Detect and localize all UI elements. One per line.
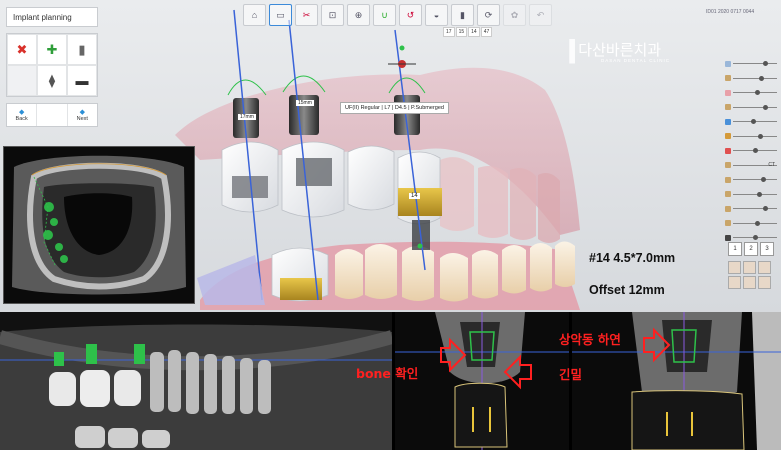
step-navigation: ◆ Back ◆ Next: [6, 103, 98, 127]
slider-12[interactable]: [725, 218, 777, 229]
empty-tool-slot: [7, 65, 37, 96]
device-id: ID01 2020 0717 0044: [706, 9, 755, 15]
implant-tool-grid: ✖ ✚ ▮ ⧫ ▬: [6, 33, 98, 97]
layer-icon: [725, 60, 731, 67]
layer-icon: [725, 176, 731, 183]
implant-icon[interactable]: ▮: [67, 34, 97, 65]
sub-item-14[interactable]: 14: [468, 27, 480, 37]
implant-spec-tooltip: UF(II) Regular | L7 | D4.5 | P.Submerged: [340, 102, 449, 114]
back-button[interactable]: ◆ Back: [7, 104, 36, 126]
layer-icon: [725, 162, 731, 168]
view-bottom-icon[interactable]: [743, 276, 756, 289]
tooth-tag: 14: [409, 193, 420, 199]
undo-icon[interactable]: ↶: [529, 4, 552, 26]
arrow-left-icon: ◆: [18, 108, 25, 116]
clinic-logo-icon: |||: [567, 34, 578, 64]
offset-caption: Offset 12mm: [589, 283, 665, 297]
slider-3[interactable]: [725, 87, 777, 98]
slider-5[interactable]: [725, 116, 777, 127]
abutment-icon[interactable]: ⧫: [37, 65, 67, 96]
layer-icon: [725, 104, 731, 110]
slider-6[interactable]: [725, 131, 777, 142]
view-right-icon[interactable]: [758, 261, 771, 274]
slider-9[interactable]: [725, 174, 777, 185]
implant-size-caption: #14 4.5*7.0mm: [589, 251, 676, 265]
slider-7[interactable]: [725, 145, 777, 156]
next-button[interactable]: ◆ Next: [68, 104, 97, 126]
panoramic-ct-view[interactable]: [0, 312, 392, 450]
slider-2[interactable]: [725, 73, 777, 84]
sub-item-15[interactable]: 15: [455, 27, 468, 37]
arch-icon[interactable]: ∪: [373, 4, 396, 26]
layout-number-buttons: 1 2 3: [728, 242, 774, 256]
implant-label-2: 15mm: [296, 100, 314, 106]
layer-icon: [725, 118, 731, 125]
slider-8[interactable]: CT: [725, 160, 777, 171]
sinus-close-annotation: 긴밀: [559, 367, 583, 382]
wedge-shape: [197, 255, 265, 305]
layout-button-2[interactable]: 2: [744, 242, 758, 256]
3d-viewport[interactable]: Implant planning ✖ ✚ ▮ ⧫ ▬ ◆ Back ◆ Next…: [0, 0, 781, 312]
rotate-icon[interactable]: ⟳: [477, 4, 500, 26]
layer-icon: [725, 205, 731, 212]
view-back-icon[interactable]: [758, 276, 771, 289]
layer-icon: [725, 234, 731, 241]
implant-view-icon[interactable]: ▭: [269, 4, 292, 26]
implant-sub-toolbar: 17 15 14 47: [443, 27, 493, 37]
display-controls: CT: [725, 58, 777, 247]
slider-1[interactable]: [725, 58, 777, 69]
crown-tool-icon[interactable]: ⊕: [347, 4, 370, 26]
bone-check-annotation: bone 확인: [356, 366, 419, 381]
sub-item-17[interactable]: 17: [443, 27, 455, 37]
delete-x-icon[interactable]: ✖: [7, 34, 37, 65]
top-toolbar: ⌂ ▭ ✂ ⊡ ⊕ ∪ ↺ ◒ ▮ ⟳ ✿ ↶: [243, 4, 552, 26]
crown-icon[interactable]: ▬: [67, 65, 97, 96]
clinic-name: 다산바른치과: [578, 40, 662, 59]
ct-slice-panels: bone 확인 상악동 하연 긴밀: [0, 312, 781, 450]
nav-spacer: [36, 104, 68, 126]
curve-icon[interactable]: ↺: [399, 4, 422, 26]
clinic-brand: ||| 다산바른치과 DASAN DENTAL CLINIC: [567, 34, 669, 64]
home-icon[interactable]: ⌂: [243, 4, 266, 26]
slider-4[interactable]: [725, 102, 777, 113]
add-plus-icon[interactable]: ✚: [37, 34, 67, 65]
view-top-icon[interactable]: [728, 276, 741, 289]
layout-button-1[interactable]: 1: [728, 242, 742, 256]
view-left-icon[interactable]: [743, 261, 756, 274]
axial-ct-image: [4, 147, 194, 303]
sub-item-47[interactable]: 47: [480, 27, 493, 37]
layer-icon: [725, 191, 731, 197]
layer-icon: [725, 75, 731, 81]
view-front-icon[interactable]: [728, 261, 741, 274]
back-label: Back: [15, 115, 28, 122]
layout-button-3[interactable]: 3: [760, 242, 774, 256]
cylinder-icon[interactable]: ▮: [451, 4, 474, 26]
ct-label: CT: [768, 162, 775, 168]
layer-icon: [725, 133, 731, 139]
next-label: Next: [76, 115, 88, 122]
view-orientation-buttons: [728, 261, 774, 289]
jaw-icon[interactable]: ◒: [425, 4, 448, 26]
clinic-subtitle: DASAN DENTAL CLINIC: [601, 58, 671, 63]
layer-icon: [725, 89, 731, 96]
implant-planning-title: Implant planning: [6, 7, 98, 27]
layer-icon: [725, 147, 731, 154]
arrow-right-icon: ◆: [79, 108, 86, 116]
cross-section-view-1[interactable]: [395, 312, 569, 450]
axial-ct-view[interactable]: [3, 146, 195, 304]
slider-11[interactable]: [725, 203, 777, 214]
sinus-floor-annotation: 상악동 하연: [559, 332, 621, 347]
tooth-icon[interactable]: ⊡: [321, 4, 344, 26]
implant-label-1: 17mm: [238, 114, 256, 120]
faded-icon[interactable]: ✿: [503, 4, 526, 26]
layer-icon: [725, 220, 731, 226]
tools-icon[interactable]: ✂: [295, 4, 318, 26]
slider-10[interactable]: [725, 189, 777, 200]
